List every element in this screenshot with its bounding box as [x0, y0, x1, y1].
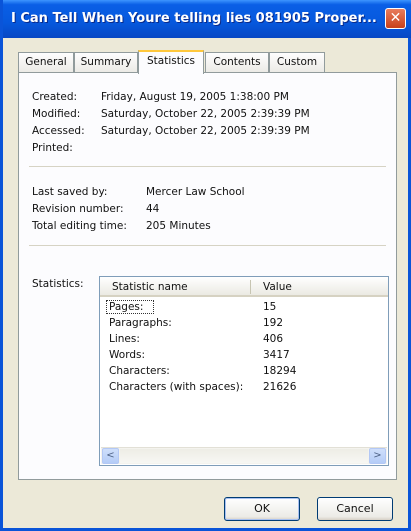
statistic-value: 18294: [263, 365, 297, 377]
created-value: Friday, August 19, 2005 1:38:00 PM: [101, 91, 289, 103]
list-item[interactable]: Pages: 15: [100, 300, 388, 315]
list-item[interactable]: Characters: 18294: [100, 364, 388, 379]
accessed-label: Accessed:: [32, 125, 85, 137]
list-item[interactable]: Words: 3417: [100, 348, 388, 363]
statistics-panel: Created: Friday, August 19, 2005 1:38:00…: [18, 72, 397, 480]
statistics-label: Statistics:: [32, 278, 84, 290]
statistics-list[interactable]: Statistic name Value Pages: 15 Paragraph…: [99, 276, 389, 466]
statistic-name: Words:: [109, 349, 145, 361]
accessed-value: Saturday, October 22, 2005 2:39:39 PM: [101, 125, 310, 137]
printed-label: Printed:: [32, 142, 73, 154]
window-title: I Can Tell When Youre telling lies 08190…: [11, 11, 377, 26]
statistic-value: 406: [263, 333, 284, 345]
cancel-button[interactable]: Cancel: [317, 497, 393, 521]
properties-dialog: I Can Tell When Youre telling lies 08190…: [0, 0, 411, 531]
column-divider[interactable]: [250, 280, 251, 294]
separator: [29, 245, 386, 246]
tab-custom[interactable]: Custom: [269, 52, 325, 72]
modified-value: Saturday, October 22, 2005 2:39:39 PM: [101, 108, 310, 120]
statistic-value: 192: [263, 317, 284, 329]
separator: [29, 166, 386, 167]
created-label: Created:: [32, 91, 78, 103]
tab-general[interactable]: General: [18, 52, 74, 72]
list-item[interactable]: Lines: 406: [100, 332, 388, 347]
list-item[interactable]: Paragraphs: 192: [100, 316, 388, 331]
statistic-name: Paragraphs:: [109, 317, 172, 329]
statistic-value: 15: [263, 301, 277, 313]
column-header-statistic-name[interactable]: Statistic name: [112, 281, 188, 293]
statistic-name: Lines:: [109, 333, 140, 345]
scroll-track[interactable]: [120, 449, 368, 463]
revision-value: 44: [146, 203, 160, 215]
horizontal-scrollbar[interactable]: < >: [101, 447, 387, 464]
ok-button[interactable]: OK: [224, 497, 300, 521]
scroll-left-button[interactable]: <: [102, 448, 119, 464]
title-bar[interactable]: I Can Tell When Youre telling lies 08190…: [3, 0, 411, 38]
modified-label: Modified:: [32, 108, 81, 120]
scroll-right-button[interactable]: >: [369, 448, 386, 464]
tab-statistics[interactable]: Statistics: [138, 50, 204, 74]
tab-summary[interactable]: Summary: [74, 52, 138, 72]
editing-time-value: 205 Minutes: [146, 220, 211, 232]
list-item[interactable]: Characters (with spaces): 21626: [100, 380, 388, 395]
last-saved-value: Mercer Law School: [146, 186, 245, 198]
statistic-name: Pages:: [109, 301, 144, 313]
statistic-value: 21626: [263, 381, 297, 393]
close-button[interactable]: ✕: [385, 8, 406, 29]
list-header: Statistic name Value: [100, 277, 388, 297]
statistic-name: Characters (with spaces):: [109, 381, 244, 393]
revision-label: Revision number:: [32, 203, 124, 215]
statistic-value: 3417: [263, 349, 290, 361]
tab-contents[interactable]: Contents: [205, 52, 269, 72]
statistic-name: Characters:: [109, 365, 170, 377]
last-saved-label: Last saved by:: [32, 186, 108, 198]
editing-time-label: Total editing time:: [32, 220, 127, 232]
column-header-value[interactable]: Value: [263, 281, 292, 293]
